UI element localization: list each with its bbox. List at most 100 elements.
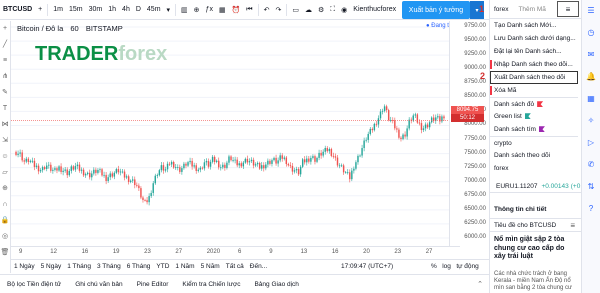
eye-icon[interactable]: ◎ [0, 229, 10, 245]
help-icon[interactable]: ? [582, 198, 600, 220]
candle-body [310, 157, 312, 162]
menu-item-forex[interactable]: forex [490, 162, 578, 175]
clock-icon[interactable]: ◷ [582, 22, 600, 44]
layout-icon[interactable]: ▭ [289, 0, 302, 20]
alert-icon[interactable]: ⏰ [229, 0, 244, 20]
crosshair-icon[interactable]: + [0, 21, 10, 37]
pitchfork-icon[interactable]: ⋔ [0, 69, 10, 85]
headlines-header[interactable]: Tiêu đề cho BTCUSD ≡ [490, 218, 581, 232]
time-tick-label: 27 [425, 249, 433, 255]
calendar-icon[interactable]: ▦ [582, 88, 600, 110]
watchlist-name[interactable]: forex [490, 6, 508, 13]
timeframe-45m[interactable]: 45m [144, 0, 164, 20]
news-headline[interactable]: Nổ mìn giật sập 2 tòa chung cư cao cấp d… [494, 236, 578, 262]
chat-icon[interactable]: ✉ [582, 44, 600, 66]
lock-icon[interactable]: 🔒 [0, 213, 10, 229]
streams-icon[interactable]: ▷ [582, 132, 600, 154]
text-icon[interactable]: T [0, 101, 10, 117]
price-axis[interactable]: 9750.00 9500.00 9250.00 9000.00 8750.00 8500.… [449, 21, 489, 246]
bell-icon[interactable]: 🔔 [582, 66, 600, 88]
ruler-icon[interactable]: ▱ [0, 165, 10, 181]
fullscreen-icon[interactable]: ⛶ [327, 0, 338, 20]
chevron-down-icon[interactable]: ▾ [164, 0, 174, 20]
templates-icon[interactable]: ▦ [216, 0, 229, 20]
list-icon[interactable]: ≡ [557, 1, 579, 17]
publish-idea-button[interactable]: Xuất bản ý tưởng [402, 1, 470, 19]
menu-item-rename[interactable]: Đặt lại tên Danh sách... [490, 45, 578, 58]
tab-text-notes[interactable]: Ghi chú văn bản [68, 281, 129, 288]
redo-icon[interactable]: ↷ [272, 0, 284, 20]
time-tick-label: 20 [363, 249, 370, 255]
idea-user[interactable]: Kienthucforex [350, 0, 399, 20]
menu-item-import[interactable]: Nhập Danh sách theo dõi... [490, 58, 578, 71]
range-all[interactable]: Tất cả [223, 263, 247, 270]
trash-icon[interactable]: 🗑 [0, 245, 10, 261]
menu-item-crypto[interactable]: crypto [490, 136, 578, 149]
purple-flag-icon [538, 126, 545, 133]
menu-item-clear[interactable]: Xóa Mã [490, 84, 578, 97]
camera-icon[interactable]: ◉ [338, 0, 350, 20]
range-1d[interactable]: 1 Ngày [11, 263, 38, 270]
menu-item-new-list[interactable]: Tạo Danh sách Mới... [490, 19, 578, 32]
chevron-up-icon[interactable]: ⌃ [477, 280, 483, 288]
plus-icon[interactable]: + [35, 0, 45, 20]
range-6m[interactable]: 6 Tháng [124, 263, 154, 270]
tab-trading-panel[interactable]: Bảng Giao dịch [247, 281, 305, 288]
candle-body [398, 129, 400, 138]
range-ytd[interactable]: YTD [153, 263, 172, 270]
candle-body [33, 160, 36, 167]
icons-icon[interactable]: ☺ [0, 149, 10, 165]
tab-crypto-screener[interactable]: Bộ lọc Tiền điện tử [0, 281, 68, 288]
range-5y[interactable]: 5 Năm [198, 263, 223, 270]
timeframe-4h[interactable]: 4h [119, 0, 133, 20]
menu-item-export[interactable]: Xuất Danh sách theo dõi [490, 71, 578, 84]
candle-style-icon[interactable]: ▥ [178, 0, 191, 20]
menu-item-purple-list[interactable]: Danh sách tím [490, 123, 578, 136]
menu-item-red-list[interactable]: Danh sách đỏ [490, 97, 578, 110]
symbol-search[interactable]: BTCUSD [0, 0, 35, 20]
cloud-icon[interactable]: ☁ [302, 0, 315, 20]
tab-strategy-tester[interactable]: Kiểm tra Chiến lược [175, 281, 247, 288]
menu-item-save-as[interactable]: Lưu Danh sách dưới dạng... [490, 32, 578, 45]
chats-icon[interactable]: ✆ [582, 154, 600, 176]
candle-body [304, 159, 306, 163]
menu-item-watchlist[interactable]: Danh sách theo dõi [490, 149, 578, 162]
clock[interactable]: 17:09:47 (UTC+7) [341, 263, 393, 270]
list-icon[interactable]: ≡ [570, 221, 575, 230]
range-3m[interactable]: 3 Tháng [94, 263, 124, 270]
range-1y[interactable]: 1 Năm [172, 263, 197, 270]
pattern-icon[interactable]: ⋈ [0, 117, 10, 133]
candle-body [230, 156, 232, 161]
timeframe-30m[interactable]: 30m [86, 0, 106, 20]
add-symbol-button[interactable]: Thêm Mã [508, 6, 545, 13]
timeframe-d[interactable]: D [133, 0, 144, 20]
indicators-icon[interactable]: ƒx [203, 0, 216, 20]
list-icon[interactable]: ☰ [582, 0, 600, 22]
log-toggle[interactable]: log [442, 263, 451, 270]
measure-icon[interactable]: ⇲ [0, 133, 10, 149]
timeframe-15m[interactable]: 15m [66, 0, 86, 20]
watchlist-row[interactable]: EURU1.1120 7 +0.00143 (+0. [490, 181, 582, 193]
percent-toggle[interactable]: % [431, 263, 437, 270]
tab-pine-editor[interactable]: Pine Editor [130, 281, 176, 288]
menu-item-green-list[interactable]: Green list [490, 110, 578, 123]
replay-icon[interactable]: ⏮ [243, 0, 255, 20]
time-axis[interactable]: 9 12 16 19 23 27 2020 6 9 13 16 20 23 27 [11, 246, 460, 258]
ideas-icon[interactable]: ✧ [582, 110, 600, 132]
magnet-icon[interactable]: ∩ [0, 197, 10, 213]
compare-icon[interactable]: ⊕ [191, 0, 203, 20]
horizontal-line-icon[interactable]: ≡ [0, 53, 10, 69]
undo-icon[interactable]: ↶ [261, 0, 273, 20]
chart-pane[interactable]: Bitcoin / Đô la 60 BITSTAMP TRADERforex … [11, 21, 460, 260]
goto-date[interactable]: Đến... [247, 263, 270, 270]
range-1m[interactable]: 1 Tháng [64, 263, 94, 270]
auto-toggle[interactable]: tự động [456, 263, 478, 270]
range-5d[interactable]: 5 Ngày [38, 263, 65, 270]
settings-icon[interactable]: ⚙ [315, 0, 327, 20]
timeframe-1m[interactable]: 1m [50, 0, 66, 20]
brush-icon[interactable]: ✎ [0, 85, 10, 101]
timeframe-1h[interactable]: 1h [105, 0, 119, 20]
zoom-icon[interactable]: ⊕ [0, 181, 10, 197]
trade-icon[interactable]: ⇅ [582, 176, 600, 198]
trend-line-icon[interactable]: ╱ [0, 37, 10, 53]
